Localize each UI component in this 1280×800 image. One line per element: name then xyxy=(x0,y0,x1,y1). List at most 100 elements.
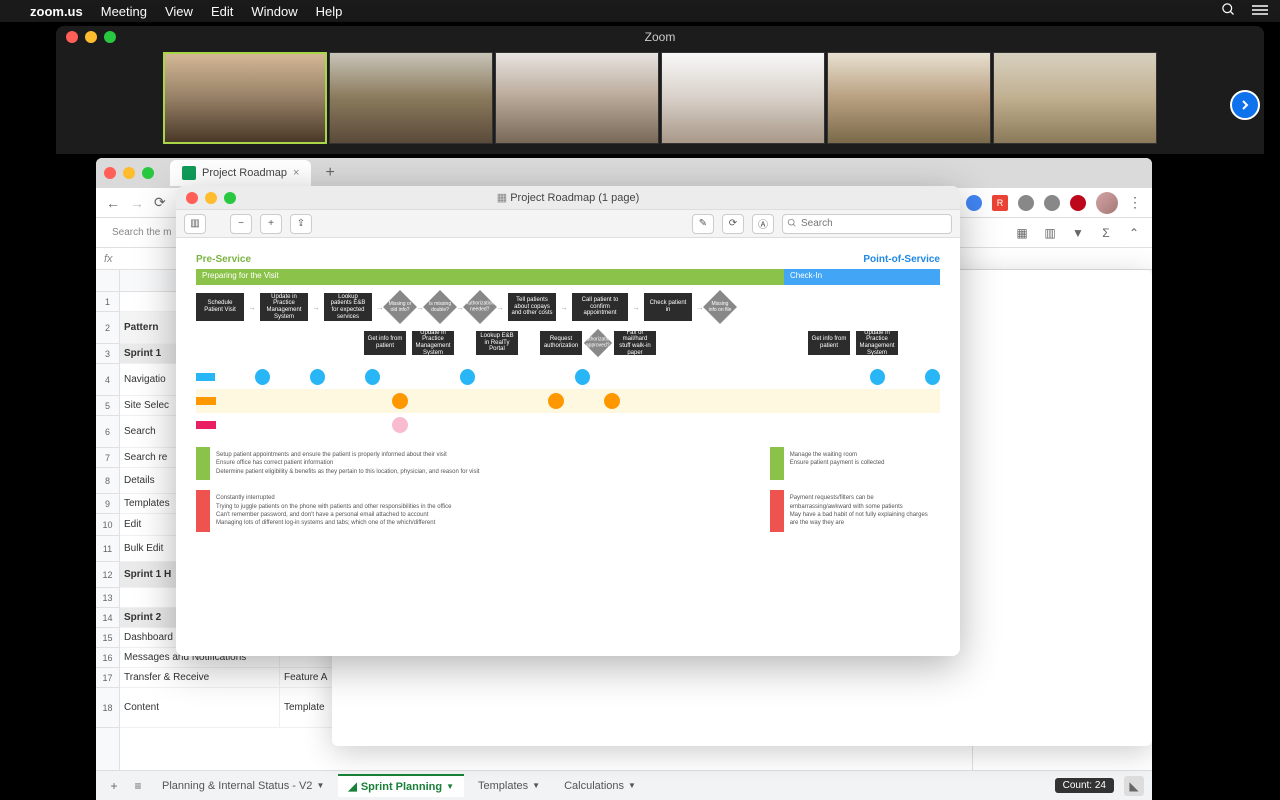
flow-step: Call patient to confirm appointment xyxy=(572,293,628,321)
row-header[interactable]: 10 xyxy=(96,514,119,536)
next-page-arrow[interactable] xyxy=(1230,90,1260,120)
notes-text: Manage the waiting room Ensure patient p… xyxy=(784,447,940,480)
row-header[interactable]: 1 xyxy=(96,292,119,312)
preview-document: Pre-Service Point-of-Service Preparing f… xyxy=(176,238,960,656)
cell[interactable]: Pattern xyxy=(120,312,180,343)
extension-icon[interactable] xyxy=(966,195,982,211)
row-header[interactable]: 18 xyxy=(96,688,119,728)
rotate-button[interactable]: ⟳ xyxy=(722,214,744,234)
zoom-out-button[interactable]: − xyxy=(230,214,252,234)
preview-search-input[interactable] xyxy=(782,214,952,234)
highlight-button[interactable]: Ⓐ xyxy=(752,214,774,234)
minimize-button[interactable] xyxy=(123,167,135,179)
menu-window[interactable]: Window xyxy=(251,4,297,19)
row-header[interactable]: 16 xyxy=(96,648,119,668)
profile-avatar[interactable] xyxy=(1096,192,1118,214)
participant-tile[interactable] xyxy=(495,52,659,144)
maximize-button[interactable] xyxy=(224,192,236,204)
swim-lanes xyxy=(196,365,940,437)
row-header[interactable]: 7 xyxy=(96,448,119,468)
row-header[interactable]: 11 xyxy=(96,536,119,562)
sheet-tab-active[interactable]: ◢Sprint Planning ▼ xyxy=(338,774,464,797)
explore-button[interactable]: ◣ xyxy=(1124,776,1144,796)
sheet-tab[interactable]: Templates ▼ xyxy=(468,776,550,796)
maximize-button[interactable] xyxy=(104,31,116,43)
participant-tile[interactable] xyxy=(661,52,825,144)
row-header[interactable]: 13 xyxy=(96,588,119,608)
spotlight-search-icon[interactable] xyxy=(1221,2,1236,20)
notes-text: Payment requests/filters can be embarras… xyxy=(784,490,940,532)
functions-icon[interactable]: Σ xyxy=(1096,223,1116,243)
flow-step: Update in Practice Management System xyxy=(856,331,898,355)
notes-text: Setup patient appointments and ensure th… xyxy=(210,447,764,480)
menu-help[interactable]: Help xyxy=(316,4,343,19)
new-tab-button[interactable]: + xyxy=(319,164,340,182)
notes-tab xyxy=(196,447,210,480)
close-button[interactable] xyxy=(186,192,198,204)
lane-dot xyxy=(310,369,325,385)
tab-close-icon[interactable]: × xyxy=(293,167,299,179)
markup-button[interactable]: ✎ xyxy=(692,214,714,234)
back-button[interactable]: ← xyxy=(106,195,120,211)
menu-view[interactable]: View xyxy=(165,4,193,19)
row-header[interactable]: 14 xyxy=(96,608,119,628)
share-button[interactable]: ⇪ xyxy=(290,214,312,234)
row-header[interactable]: 6 xyxy=(96,416,119,448)
minimize-button[interactable] xyxy=(85,31,97,43)
sheets-tab-bar: + ≡ Planning & Internal Status - V2 ▼ ◢S… xyxy=(96,770,1152,800)
notes-tab xyxy=(770,490,784,532)
participant-tile[interactable] xyxy=(827,52,991,144)
maximize-button[interactable] xyxy=(142,167,154,179)
sheet-tab[interactable]: Planning & Internal Status - V2 ▼ xyxy=(152,776,334,796)
row-header[interactable]: 4 xyxy=(96,364,119,396)
row-header[interactable]: 17 xyxy=(96,668,119,688)
search-menus[interactable]: Search the m xyxy=(104,227,179,238)
preview-toolbar: ▥ − + ⇪ ✎ ⟳ Ⓐ xyxy=(176,210,960,238)
add-sheet-button[interactable]: + xyxy=(104,776,124,796)
preview-titlebar: ▦ Project Roadmap (1 page) xyxy=(176,186,960,210)
close-button[interactable] xyxy=(66,31,78,43)
participant-tile[interactable] xyxy=(329,52,493,144)
flow-step: Lookup E&B in RealTy Portal xyxy=(476,331,518,355)
tab-title: Project Roadmap xyxy=(202,167,287,179)
browser-tab[interactable]: Project Roadmap × xyxy=(170,160,311,186)
insert-icon[interactable]: ▦ xyxy=(1012,223,1032,243)
bar-pre: Preparing for the Visit xyxy=(196,269,784,285)
row-header[interactable]: 5 xyxy=(96,396,119,416)
row-header[interactable]: 9 xyxy=(96,494,119,514)
flow-decision: Missing or old info? xyxy=(383,290,417,324)
participant-tile[interactable] xyxy=(993,52,1157,144)
extension-icon[interactable]: R xyxy=(992,195,1008,211)
row-header[interactable]: 8 xyxy=(96,468,119,494)
lane-label xyxy=(196,373,215,381)
zoom-in-button[interactable]: + xyxy=(260,214,282,234)
extension-icon[interactable] xyxy=(1070,195,1086,211)
forward-button[interactable]: → xyxy=(130,195,144,211)
more-menu-icon[interactable]: ⋮ xyxy=(1128,194,1142,211)
extension-icon[interactable] xyxy=(1044,195,1060,211)
row-header[interactable]: 2 xyxy=(96,312,119,344)
flow-step: Get info from patient xyxy=(808,331,850,355)
minimize-button[interactable] xyxy=(205,192,217,204)
menu-edit[interactable]: Edit xyxy=(211,4,233,19)
menu-meeting[interactable]: Meeting xyxy=(101,4,147,19)
collapse-icon[interactable]: ⌃ xyxy=(1124,223,1144,243)
row-header[interactable]: 3 xyxy=(96,344,119,364)
control-center-icon[interactable] xyxy=(1252,4,1268,19)
all-sheets-button[interactable]: ≡ xyxy=(128,776,148,796)
participant-tile[interactable] xyxy=(163,52,327,144)
section-label-pos: Point-of-Service xyxy=(863,254,940,265)
sidebar-toggle-button[interactable]: ▥ xyxy=(184,214,206,234)
lane-dot xyxy=(460,369,475,385)
flowchart-row-1: Schedule Patient Visit → Update in Pract… xyxy=(196,293,940,321)
filter-icon[interactable]: ▼ xyxy=(1068,223,1088,243)
row-header[interactable]: 15 xyxy=(96,628,119,648)
sheet-tab[interactable]: Calculations ▼ xyxy=(554,776,646,796)
reload-button[interactable]: ⟳ xyxy=(154,194,166,211)
row-header[interactable]: 12 xyxy=(96,562,119,588)
close-button[interactable] xyxy=(104,167,116,179)
extension-icon[interactable] xyxy=(1018,195,1034,211)
chart-icon[interactable]: ▥ xyxy=(1040,223,1060,243)
search-icon xyxy=(787,218,797,228)
app-name[interactable]: zoom.us xyxy=(30,4,83,19)
